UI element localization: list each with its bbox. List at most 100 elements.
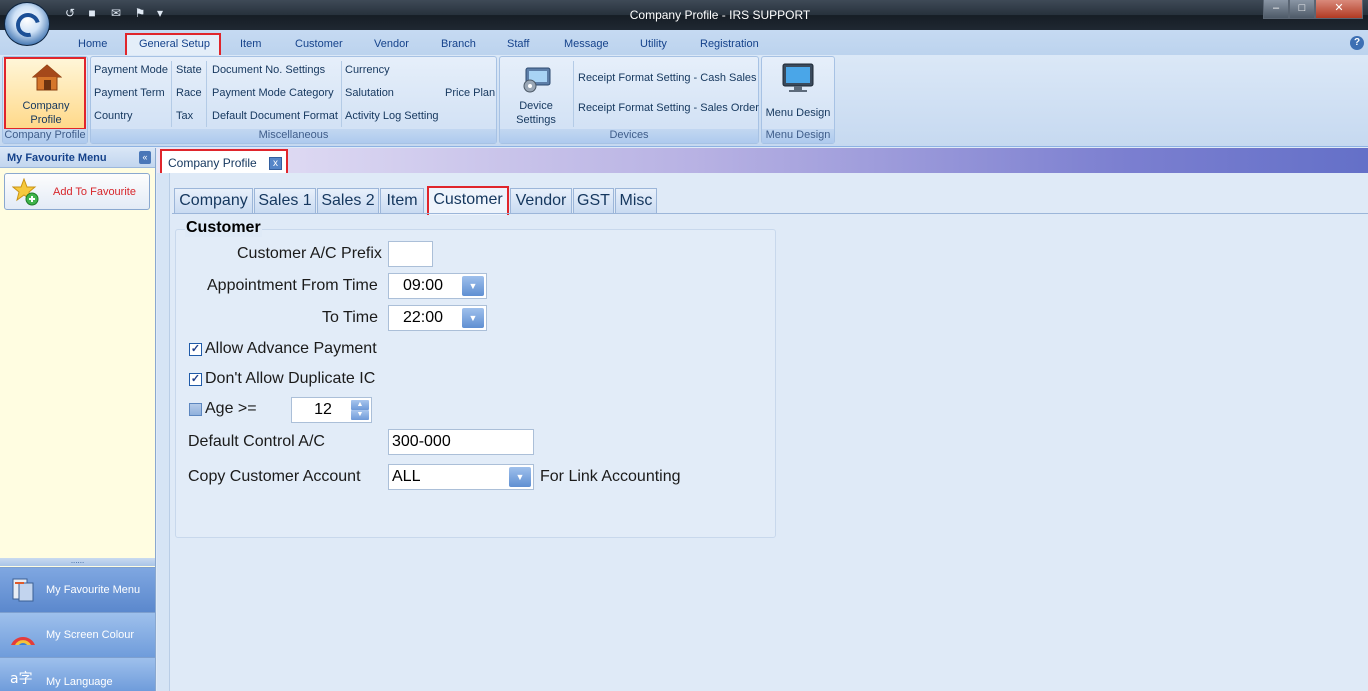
nav-my-favourite-menu[interactable]: My Favourite Menu [0,567,155,612]
minimize-button[interactable]: – [1263,0,1289,19]
payment-term-button[interactable]: Payment Term [94,87,165,99]
dropdown-arrow-icon[interactable]: ▼ [462,276,484,296]
tab-sales-1[interactable]: Sales 1 [254,188,316,214]
tab-company[interactable]: Company [174,188,253,214]
add-to-favourite-label: Add To Favourite [53,186,136,198]
tab-customer[interactable]: Customer [427,186,509,215]
copy-customer-account-value: ALL [392,468,421,485]
ribbon-tab-bar: Home General Setup Item Customer Vendor … [0,30,1368,58]
salutation-button[interactable]: Salutation [345,87,394,99]
tab-staff[interactable]: Staff [507,38,529,50]
to-time-label: To Time [322,309,379,326]
device-settings-label-2: Settings [516,114,556,126]
tab-vendor[interactable]: Vendor [510,188,572,214]
app-logo-icon [11,8,45,42]
dropdown-arrow-icon[interactable]: ▼ [509,467,531,487]
collapse-panel-button[interactable]: « [139,151,151,164]
payment-mode-category-button[interactable]: Payment Mode Category [212,87,334,99]
close-tab-icon[interactable]: x [269,157,282,170]
currency-button[interactable]: Currency [345,64,390,76]
appointment-from-select[interactable]: 09:00 ▼ [388,273,487,299]
document-tab-label: Company Profile [168,156,257,170]
colour-palette-icon [11,637,35,645]
tab-customer[interactable]: Customer [295,38,343,50]
group-miscellaneous: Payment Mode Payment Term Country State … [90,56,497,144]
add-to-favourite-button[interactable]: Add To Favourite [4,173,150,210]
menu-design-button[interactable]: Menu Design [763,59,833,129]
favourite-title: My Favourite Menu [7,152,107,164]
group-label-devices: Devices [500,129,758,143]
activity-log-setting-button[interactable]: Activity Log Setting [345,110,439,122]
group-label-menu-design: Menu Design [762,129,834,143]
age-checkbox[interactable] [189,403,202,416]
for-link-accounting-label: For Link Accounting [540,468,681,485]
race-button[interactable]: Race [176,87,202,99]
dropdown-arrow-icon[interactable]: ▼ [462,308,484,328]
tax-button[interactable]: Tax [176,110,193,122]
tab-gst[interactable]: GST [573,188,614,214]
appointment-from-label: Appointment From Time [207,277,378,294]
separator [573,61,574,127]
separator [206,61,207,127]
age-value: 12 [314,401,332,418]
tab-message[interactable]: Message [564,38,609,50]
company-profile-button[interactable]: Company Profile [4,57,86,130]
customer-prefix-label: Customer A/C Prefix [237,245,382,262]
tab-item[interactable]: Item [380,188,424,214]
tab-branch[interactable]: Branch [441,38,476,50]
age-label: Age >= [205,400,257,417]
country-button[interactable]: Country [94,110,133,122]
tab-vendor[interactable]: Vendor [374,38,409,50]
maximize-button[interactable]: □ [1289,0,1315,19]
copy-customer-account-label: Copy Customer Account [188,468,361,485]
application-menu-button[interactable] [4,2,50,46]
device-settings-button[interactable]: Device Settings [502,59,570,129]
default-document-format-button[interactable]: Default Document Format [212,110,338,122]
state-button[interactable]: State [176,64,202,76]
spin-down-icon[interactable]: ▼ [351,410,369,420]
nav-my-screen-colour[interactable]: My Screen Colour [0,612,155,657]
nav-my-language[interactable]: a字 My Language [0,657,155,691]
tab-home[interactable]: Home [78,38,107,50]
no-duplicate-ic-checkbox[interactable]: ✓ [189,373,202,386]
company-profile-label-1: Company [22,100,70,112]
help-icon[interactable]: ? [1350,36,1364,50]
document-tab-company-profile[interactable]: Company Profile x [160,149,288,175]
receipt-format-sales-order-button[interactable]: Receipt Format Setting - Sales Order [578,102,759,114]
device-settings-icon [523,67,551,93]
document-no-settings-button[interactable]: Document No. Settings [212,64,325,76]
panel-splitter[interactable]: ...... [0,557,155,566]
close-button[interactable]: ✕ [1315,0,1363,19]
customer-section-title: Customer [185,219,262,237]
receipt-format-cash-sales-button[interactable]: Receipt Format Setting - Cash Sales [578,72,757,84]
tab-utility[interactable]: Utility [640,38,667,50]
tab-registration[interactable]: Registration [700,38,759,50]
allow-advance-payment-label: Allow Advance Payment [205,340,377,357]
allow-advance-payment-checkbox[interactable]: ✓ [189,343,202,356]
add-favourite-star-icon [12,178,39,206]
to-time-select[interactable]: 22:00 ▼ [388,305,487,331]
group-company-profile: Company Profile Company Profile [2,56,88,144]
customer-prefix-input[interactable] [388,241,433,267]
appointment-from-value: 09:00 [403,277,444,294]
default-control-ac-input[interactable]: 300-000 [388,429,534,455]
window-title: Company Profile - IRS SUPPORT [629,8,811,22]
tab-item[interactable]: Item [240,38,261,50]
favourite-header: My Favourite Menu « [0,148,155,168]
to-time-value: 22:00 [403,309,444,326]
copy-customer-account-select[interactable]: ALL ▼ [388,464,534,490]
tab-misc[interactable]: Misc [615,188,657,214]
title-bar: ↺ ■ ✉ ⚑ ▾ Company Profile - IRS SUPPORT … [0,0,1368,30]
price-plan-button[interactable]: Price Plan [445,87,495,99]
no-duplicate-ic-label: Don't Allow Duplicate IC [205,370,376,387]
nav-my-screen-colour-label: My Screen Colour [46,629,135,641]
nav-my-language-label: My Language [46,676,113,688]
company-profile-label-2: Profile [30,114,62,126]
tab-general-setup[interactable]: General Setup [139,38,210,50]
age-spinner[interactable]: 12 ▲ ▼ [291,397,372,423]
menu-design-label: Menu Design [765,107,831,119]
spin-up-icon[interactable]: ▲ [351,400,369,410]
monitor-icon [782,63,814,92]
payment-mode-button[interactable]: Payment Mode [94,64,168,76]
tab-sales-2[interactable]: Sales 2 [317,188,379,214]
